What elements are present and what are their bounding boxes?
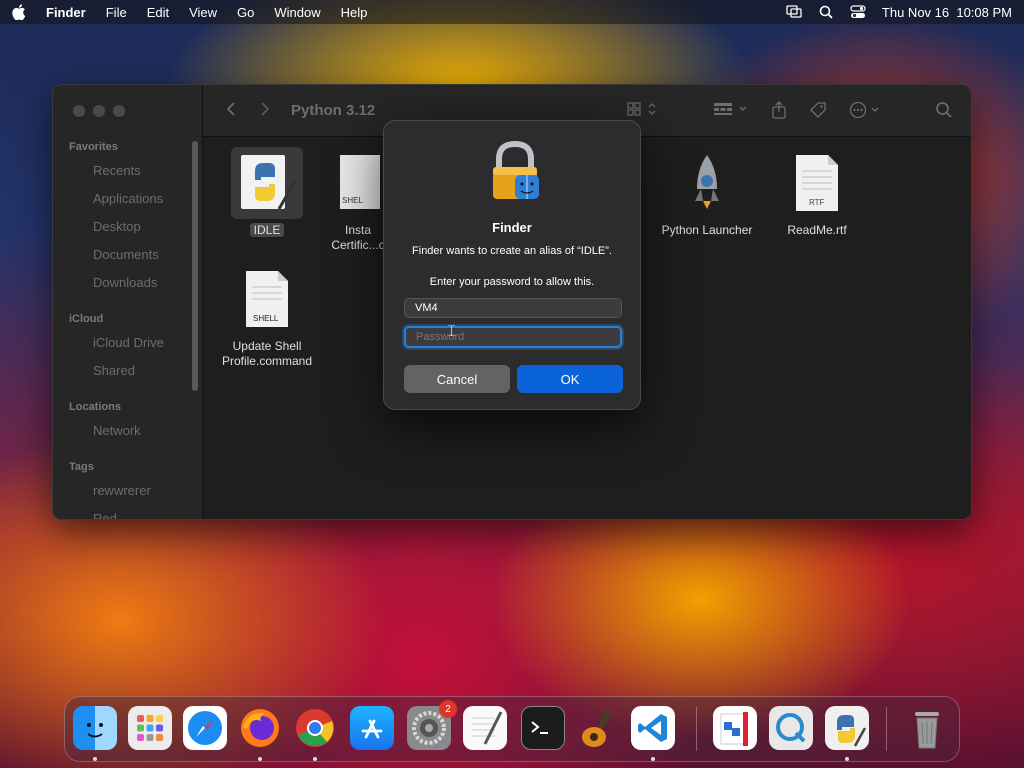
file-label-line2: Certific...c: [331, 238, 385, 252]
password-field[interactable]: [404, 326, 622, 348]
file-label: Python Launcher: [661, 223, 753, 237]
dock-parallels-icon[interactable]: [713, 706, 757, 750]
sidebar-header-tags: Tags: [69, 461, 94, 473]
sidebar-item-desktop[interactable]: Desktop: [93, 219, 141, 234]
sidebar-item-shared[interactable]: Shared: [93, 363, 135, 378]
file-idle[interactable]: IDLE: [212, 147, 322, 238]
sidebar-item-recents[interactable]: Recents: [93, 163, 141, 178]
sidebar-header-icloud: iCloud: [69, 313, 104, 325]
file-label: IDLE: [249, 223, 285, 237]
shell-document-icon: SHELL: [231, 263, 303, 335]
sidebar-item-network[interactable]: Network: [93, 423, 141, 438]
file-readme[interactable]: RTF ReadMe.rtf: [762, 147, 872, 238]
dialog-instructions: Enter your password to allow this.: [429, 276, 595, 288]
menu-bar: Finder File Edit View Go Window Help Thu…: [0, 0, 1024, 24]
cancel-button[interactable]: Cancel: [404, 365, 510, 393]
dock-textedit-icon[interactable]: [463, 706, 507, 750]
dock-chrome-icon[interactable]: [293, 706, 337, 750]
notification-badge: 2: [439, 700, 457, 718]
dock-safari-icon[interactable]: [183, 706, 227, 750]
sidebar-item-tag-red[interactable]: Red: [93, 511, 117, 519]
menu-go[interactable]: Go: [237, 5, 254, 20]
menu-app-name[interactable]: Finder: [46, 5, 86, 20]
dock-vscode-icon[interactable]: [631, 706, 675, 750]
window-controls: [73, 105, 125, 117]
tag-icon[interactable]: [809, 101, 827, 124]
menu-file[interactable]: File: [106, 5, 127, 20]
menu-clock[interactable]: Thu Nov 16 10:08 PM: [882, 5, 1012, 20]
ok-button[interactable]: OK: [517, 365, 623, 393]
sidebar-header-favorites: Favorites: [69, 141, 118, 153]
window-title: Python 3.12: [291, 102, 376, 119]
dialog-title: Finder: [492, 220, 532, 235]
dialog-message: Finder wants to create an alias of “IDLE…: [412, 245, 612, 257]
sidebar-item-applications[interactable]: Applications: [93, 191, 163, 206]
file-label: Update Shell: [232, 339, 302, 353]
sidebar-item-tag-rewwrerer[interactable]: rewwrerer: [93, 483, 151, 498]
file-python-launcher[interactable]: Python Launcher: [652, 147, 762, 238]
rocket-icon: [671, 147, 743, 219]
sidebar-header-locations: Locations: [69, 401, 121, 413]
dock-firefox-icon[interactable]: [238, 706, 282, 750]
menu-edit[interactable]: Edit: [147, 5, 169, 20]
running-indicator: [845, 757, 849, 761]
apple-menu-icon[interactable]: [12, 4, 28, 20]
idle-app-icon: [231, 147, 303, 219]
sidebar-item-icloud-drive[interactable]: iCloud Drive: [93, 335, 164, 350]
dock-system-settings-icon[interactable]: 2: [407, 700, 457, 750]
shell-badge: SHELL: [253, 314, 279, 323]
close-window-button[interactable]: [73, 105, 85, 117]
shell-badge: SHEL: [342, 196, 363, 205]
auth-dialog: Finder Finder wants to create an alias o…: [383, 120, 641, 410]
finder-sidebar: Favorites Recents Applications Desktop D…: [53, 85, 203, 519]
sidebar-item-downloads[interactable]: Downloads: [93, 275, 157, 290]
dock-trash-icon[interactable]: [905, 706, 949, 750]
spotlight-search-icon[interactable]: [818, 4, 834, 20]
dock-garageband-icon[interactable]: [576, 706, 620, 750]
search-icon[interactable]: [935, 101, 953, 124]
running-indicator: [93, 757, 97, 761]
sidebar-scrollbar[interactable]: [192, 141, 198, 391]
running-indicator: [651, 757, 655, 761]
dock: 2: [64, 696, 960, 762]
file-label: Insta: [344, 223, 371, 237]
share-icon[interactable]: [771, 101, 787, 124]
control-center-icon[interactable]: [850, 4, 866, 20]
forward-chevron-icon[interactable]: [259, 101, 271, 122]
menu-help[interactable]: Help: [341, 5, 368, 20]
file-update-shell-profile[interactable]: SHELL Update Shell Profile.command: [212, 263, 322, 369]
username-field[interactable]: [404, 298, 622, 318]
text-cursor-icon: 𝙸: [446, 323, 458, 340]
back-chevron-icon[interactable]: [225, 101, 237, 122]
running-indicator: [313, 757, 317, 761]
more-actions-icon[interactable]: [849, 101, 885, 124]
dock-separator: [886, 707, 887, 751]
dock-finder-icon[interactable]: [73, 706, 117, 750]
rtf-document-icon: RTF: [781, 147, 853, 219]
dock-launchpad-icon[interactable]: [128, 706, 172, 750]
lock-icon: [487, 140, 543, 201]
menu-view[interactable]: View: [189, 5, 217, 20]
dock-terminal-icon[interactable]: [521, 706, 565, 750]
zoom-window-button[interactable]: [113, 105, 125, 117]
dock-app-store-icon[interactable]: [350, 706, 394, 750]
dock-separator: [696, 707, 697, 751]
dock-quicktime-icon[interactable]: [769, 706, 813, 750]
group-by-icon[interactable]: [713, 101, 751, 122]
sidebar-item-documents[interactable]: Documents: [93, 247, 159, 262]
file-label: ReadMe.rtf: [787, 223, 847, 237]
menu-window[interactable]: Window: [274, 5, 320, 20]
minimize-window-button[interactable]: [93, 105, 105, 117]
dock-idle-icon[interactable]: [825, 706, 869, 750]
screen-mirroring-icon[interactable]: [786, 4, 802, 20]
view-grid-icon[interactable]: [627, 101, 657, 122]
file-label-line2: Profile.command: [221, 354, 313, 368]
running-indicator: [258, 757, 262, 761]
rtf-badge: RTF: [809, 198, 825, 207]
